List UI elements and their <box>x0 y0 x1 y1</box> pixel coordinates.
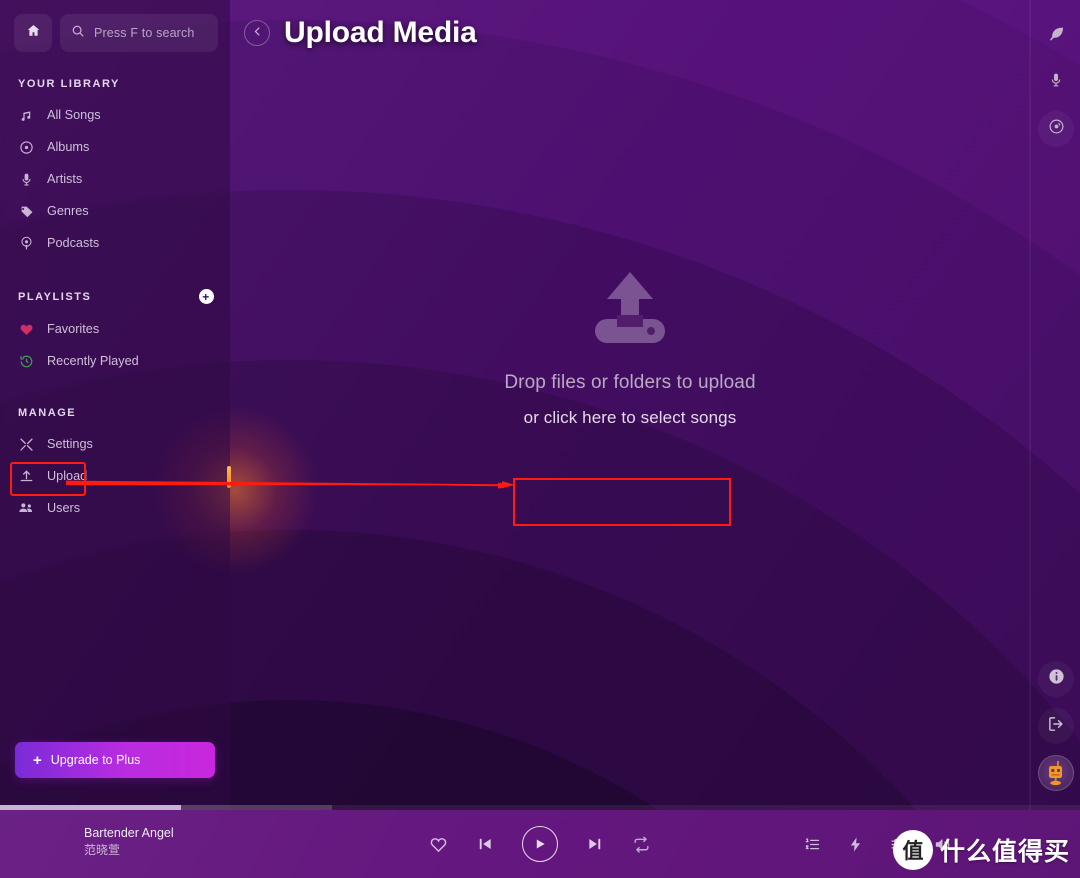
chevron-left-icon <box>252 24 263 42</box>
dropzone-primary-text: Drop files or folders to upload <box>504 371 756 393</box>
player-bar: Bartender Angel 范晓萱 <box>0 810 1080 878</box>
avatar <box>1038 755 1074 791</box>
users-icon <box>18 500 34 516</box>
disc-icon <box>18 139 34 155</box>
section-label: YOUR LIBRARY <box>18 78 120 90</box>
rail-button-microphone[interactable] <box>1038 64 1074 100</box>
play-button[interactable] <box>522 826 558 862</box>
sidebar-item-favorites[interactable]: Favorites <box>0 313 230 345</box>
sidebar-top-bar: Press F to search <box>0 0 230 62</box>
section-label: PLAYLISTS <box>18 290 92 303</box>
plus-icon: + <box>33 751 42 769</box>
playlists-nav-list: Favorites Recently Played <box>0 313 230 377</box>
rail-button-disc[interactable] <box>1038 111 1074 147</box>
repeat-button[interactable] <box>632 835 651 854</box>
playback-progress-bar[interactable] <box>0 805 1080 810</box>
sidebar-item-label: Podcasts <box>47 236 100 250</box>
feather-icon <box>1047 25 1065 48</box>
sidebar-item-label: Settings <box>47 437 93 451</box>
player-secondary-controls <box>804 810 952 878</box>
music-note-icon <box>18 107 34 123</box>
history-icon <box>18 353 34 369</box>
sidebar-item-users[interactable]: Users <box>0 492 230 524</box>
favorite-button[interactable] <box>429 835 448 854</box>
sidebar-item-label: All Songs <box>47 108 101 122</box>
microphone-icon <box>1048 72 1064 93</box>
section-header-library: YOUR LIBRARY <box>0 78 230 90</box>
add-playlist-button[interactable]: + <box>199 289 214 304</box>
sidebar-item-label: Recently Played <box>47 354 139 368</box>
sidebar-item-all-songs[interactable]: All Songs <box>0 99 230 131</box>
top-bar: Upload Media <box>230 0 1030 66</box>
previous-track-button[interactable] <box>476 835 494 853</box>
rail-button-info[interactable] <box>1038 661 1074 697</box>
rail-button-logout[interactable] <box>1038 708 1074 744</box>
volume-button[interactable] <box>933 835 952 854</box>
sidebar-item-albums[interactable]: Albums <box>0 131 230 163</box>
sidebar-item-settings[interactable]: Settings <box>0 428 230 460</box>
lightning-button[interactable] <box>847 836 864 853</box>
sidebar-item-label: Upload <box>47 469 88 483</box>
logout-icon <box>1047 715 1065 738</box>
upload-dropzone[interactable]: Drop files or folders to upload or click… <box>230 66 1030 810</box>
sidebar-item-artists[interactable]: Artists <box>0 163 230 195</box>
queue-list-button[interactable] <box>804 836 821 853</box>
podcast-icon <box>18 235 34 251</box>
progress-fill <box>0 805 181 810</box>
sidebar-item-label: Users <box>47 501 81 515</box>
page-title: Upload Media <box>284 16 477 49</box>
sidebar-item-label: Genres <box>47 204 89 218</box>
section-header-playlists: PLAYLISTS + <box>0 289 230 304</box>
search-input[interactable]: Press F to search <box>60 14 218 52</box>
sidebar-item-upload[interactable]: Upload <box>0 460 230 492</box>
next-track-button[interactable] <box>586 835 604 853</box>
rail-button-feather[interactable] <box>1038 18 1074 54</box>
dropzone-secondary-text[interactable]: or click here to select songs <box>524 408 737 428</box>
home-button[interactable] <box>14 14 52 52</box>
search-icon <box>71 24 85 43</box>
info-icon <box>1047 667 1066 691</box>
sidebar: Press F to search YOUR LIBRARY All Songs <box>0 0 230 810</box>
upload-icon <box>18 468 34 484</box>
search-placeholder: Press F to search <box>94 26 195 40</box>
upload-cloud-icon <box>587 269 673 354</box>
sidebar-item-label: Albums <box>47 140 90 154</box>
microphone-icon <box>18 171 34 187</box>
sidebar-item-label: Favorites <box>47 322 100 336</box>
library-nav-list: All Songs Albums Artists Genres Podcasts <box>0 99 230 259</box>
sidebar-item-podcasts[interactable]: Podcasts <box>0 227 230 259</box>
upgrade-label: Upgrade to Plus <box>50 753 141 767</box>
heart-icon <box>18 321 34 337</box>
tag-icon <box>18 203 34 219</box>
equalizer-button[interactable] <box>890 836 907 853</box>
section-header-manage: MANAGE <box>0 407 230 419</box>
tools-icon <box>18 436 34 452</box>
disc-icon <box>1048 118 1065 140</box>
rail-button-account[interactable] <box>1038 755 1074 791</box>
home-icon <box>26 23 41 43</box>
right-rail <box>1030 0 1080 810</box>
back-button[interactable] <box>244 20 270 46</box>
upgrade-to-plus-button[interactable]: + Upgrade to Plus <box>15 742 215 778</box>
app-root: Press F to search YOUR LIBRARY All Songs <box>0 0 1080 878</box>
sidebar-item-recently-played[interactable]: Recently Played <box>0 345 230 377</box>
section-label: MANAGE <box>18 407 77 419</box>
manage-nav-list: Settings Upload Users <box>0 428 230 524</box>
sidebar-item-genres[interactable]: Genres <box>0 195 230 227</box>
sidebar-item-label: Artists <box>47 172 83 186</box>
